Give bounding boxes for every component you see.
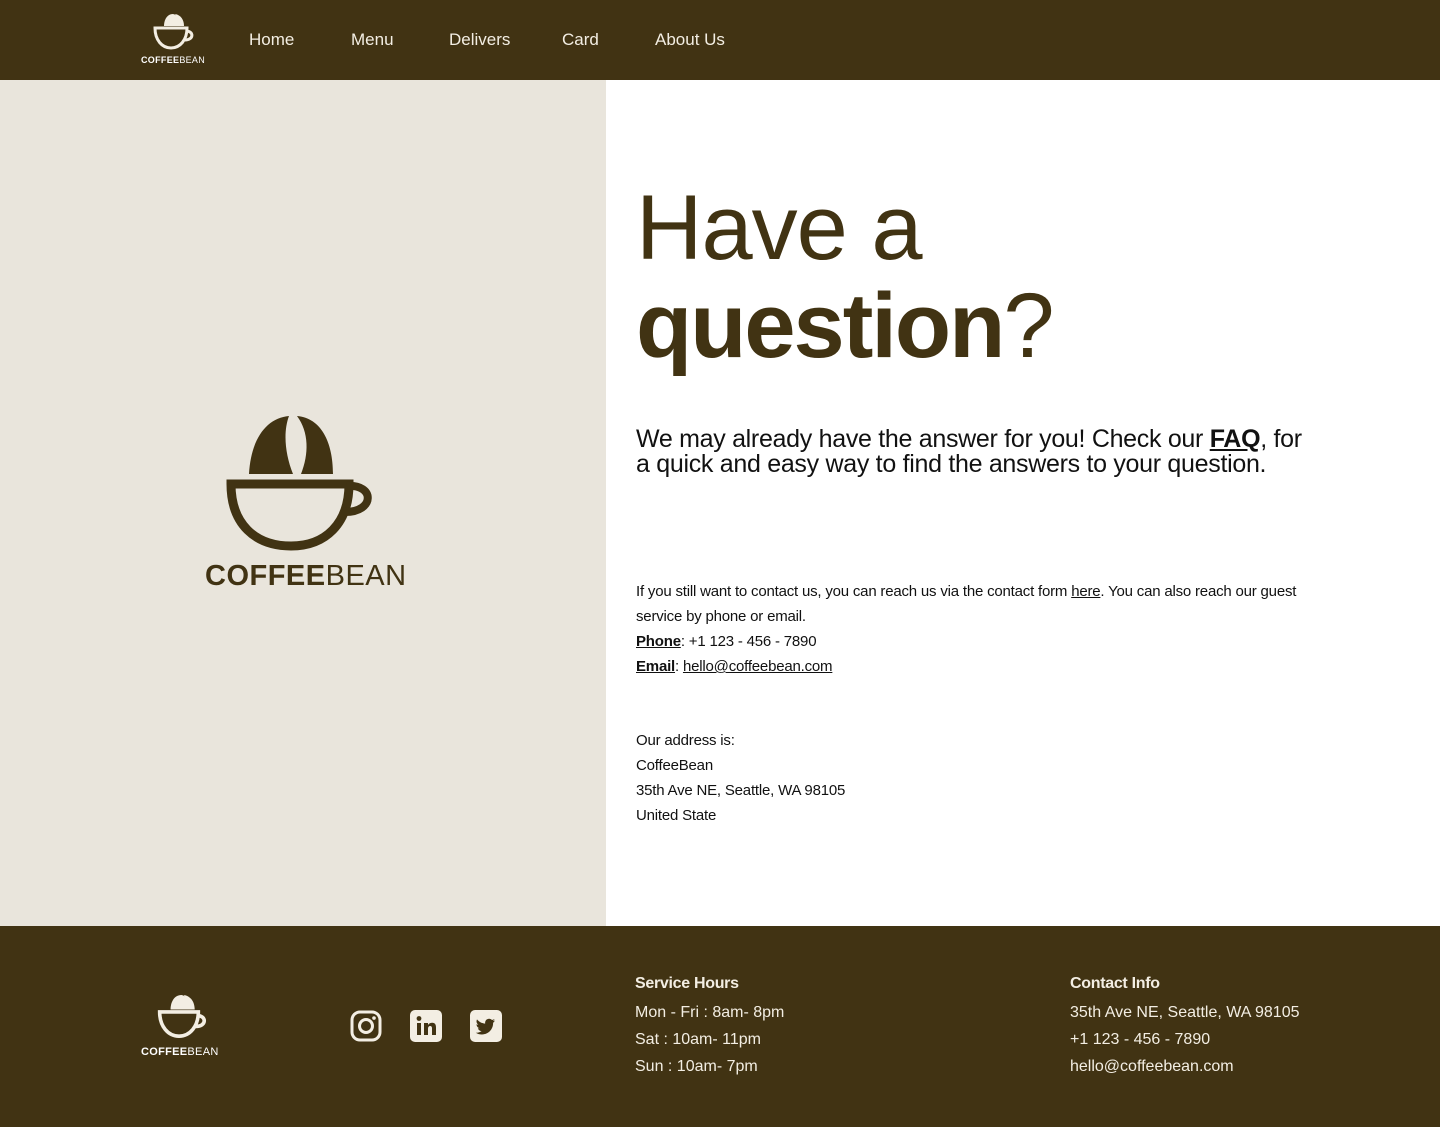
nav-menu[interactable]: Menu — [351, 30, 394, 50]
top-navbar: COFFEEBEAN Home Menu Delivers Card About… — [0, 0, 1440, 80]
email-link[interactable]: hello@coffeebean.com — [683, 658, 833, 675]
contact-info-title: Contact Info — [1070, 975, 1160, 992]
footer-wordmark: COFFEEBEAN — [141, 1046, 219, 1058]
nav-about-us[interactable]: About Us — [655, 30, 725, 50]
address-line: United State — [636, 807, 717, 824]
hours-row: Mon - Fri : 8am- 8pm — [635, 1004, 785, 1021]
contact-form-link[interactable]: here — [1071, 583, 1100, 600]
linkedin-icon[interactable] — [410, 1010, 442, 1042]
title-line-2: question? — [636, 275, 1055, 377]
address-block: Our address is: CoffeeBean 35th Ave NE, … — [636, 728, 845, 828]
address-line: 35th Ave NE, Seattle, WA 98105 — [636, 782, 846, 799]
faq-link[interactable]: FAQ — [1210, 425, 1261, 453]
hero-wordmark: COFFEEBEAN — [205, 560, 407, 592]
coffee-cup-icon — [153, 14, 194, 50]
contact-info-phone: +1 123 - 456 - 7890 — [1070, 1031, 1211, 1048]
coffee-cup-icon — [226, 416, 372, 551]
coffee-cup-icon — [157, 995, 207, 1038]
email-label: Email — [636, 658, 676, 675]
nav-delivers[interactable]: Delivers — [449, 30, 510, 50]
contact-info-address: 35th Ave NE, Seattle, WA 98105 — [1070, 1004, 1300, 1021]
nav-card[interactable]: Card — [562, 30, 599, 50]
footer-logo[interactable]: COFFEEBEAN — [141, 992, 219, 1062]
contact-info-email[interactable]: hello@coffeebean.com — [1070, 1053, 1299, 1080]
contact-info: Contact Info 35th Ave NE, Seattle, WA 98… — [1070, 975, 1299, 1080]
email-row: Email: hello@coffeebean.com — [636, 658, 833, 675]
contact-details: If you still want to contact us, you can… — [636, 579, 1316, 679]
nav-home[interactable]: Home — [249, 30, 294, 50]
service-hours-title: Service Hours — [635, 975, 739, 992]
faq-intro: We may already have the answer for you! … — [636, 425, 1302, 478]
address-line: CoffeeBean — [636, 757, 713, 774]
brand-wordmark: COFFEEBEAN — [141, 55, 206, 65]
service-hours: Service Hours Mon - Fri : 8am- 8pm Sat :… — [635, 975, 784, 1080]
title-line-1: Have a — [636, 177, 922, 279]
phone-label: Phone — [636, 633, 681, 650]
phone-value: +1 123 - 456 - 7890 — [688, 633, 817, 650]
hours-row: Sat : 10am- 11pm — [635, 1031, 761, 1048]
phone-row: Phone: +1 123 - 456 - 7890 — [636, 633, 817, 650]
contact-text: If you still want to contact us, you can… — [636, 583, 1297, 625]
twitter-icon[interactable] — [470, 1010, 502, 1042]
address-intro: Our address is: — [636, 732, 735, 749]
instagram-icon[interactable] — [350, 1010, 382, 1042]
page-title: Have a question? — [636, 177, 1055, 377]
hours-row: Sun : 10am- 7pm — [635, 1058, 758, 1075]
brand-logo[interactable]: COFFEEBEAN — [141, 12, 206, 68]
